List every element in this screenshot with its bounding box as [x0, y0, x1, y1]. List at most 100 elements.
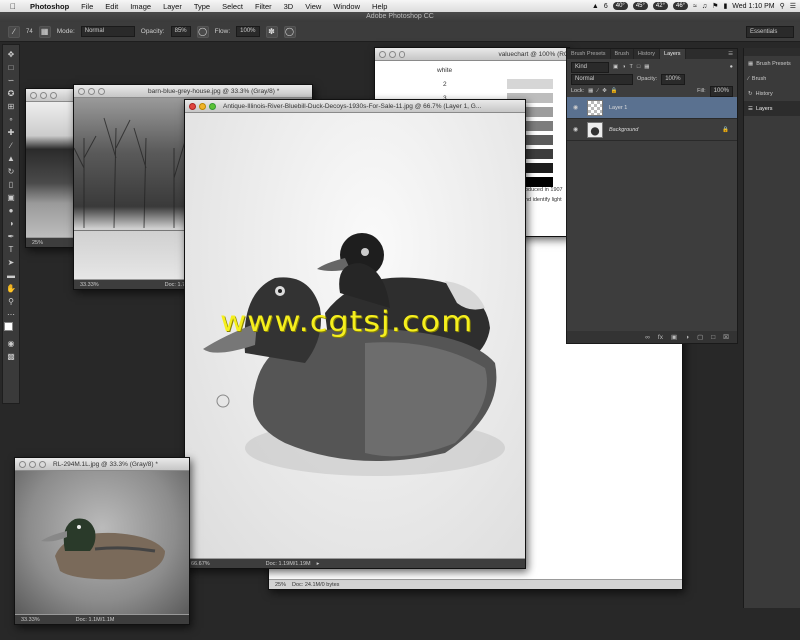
zoom-level[interactable]: 33.33% — [80, 282, 99, 288]
dock-layers[interactable]: ☰ Layers — [744, 101, 800, 116]
menu-filter[interactable]: Filter — [249, 2, 278, 11]
zoom-button[interactable] — [398, 50, 406, 58]
visibility-eye-icon[interactable]: ◉ — [573, 126, 581, 133]
layer-name[interactable]: Background — [609, 127, 638, 133]
menu-layer[interactable]: Layer — [157, 2, 188, 11]
zoom-button[interactable] — [50, 91, 57, 99]
layer-style-icon[interactable]: fx — [658, 334, 663, 341]
menu-edit[interactable]: Edit — [99, 2, 124, 11]
menu-app-name[interactable]: Photoshop — [24, 2, 75, 11]
doc-size[interactable]: Doc: 1.1M/1.1M — [76, 617, 115, 623]
link-layers-icon[interactable]: ∞ — [645, 334, 650, 341]
fill-field[interactable]: 100% — [709, 85, 733, 97]
tab-layers[interactable]: Layers — [660, 49, 686, 59]
volume-icon[interactable]: ♫ — [702, 3, 707, 10]
zoom-level[interactable]: 25% — [32, 240, 43, 246]
wifi-icon[interactable]: ≈ — [693, 3, 697, 10]
brush-panel-toggle-icon[interactable]: ▦ — [38, 25, 51, 38]
lock-position-icon[interactable]: ✥ — [602, 88, 607, 94]
filter-kind-select[interactable]: Kind — [571, 61, 609, 73]
window-title-bar[interactable]: barn-blue-grey-house.jpg @ 33.3% (Gray/8… — [74, 85, 312, 98]
layer-row-layer1[interactable]: ◉ Layer 1 — [567, 97, 737, 119]
dock-brush[interactable]: ∕ Brush — [744, 71, 800, 86]
close-button[interactable] — [78, 87, 85, 95]
foreground-color-swatch[interactable] — [4, 322, 13, 331]
path-select-tool-icon[interactable]: ➤ — [4, 257, 18, 268]
brush-tool-preset-icon[interactable]: ∕ — [8, 25, 20, 38]
document-window-rl[interactable]: RL-294M.1L.jpg @ 33.3% (Gray/8) * 33.33%… — [14, 457, 190, 625]
layer-opacity-field[interactable]: 100% — [661, 73, 685, 85]
zoom-button[interactable] — [209, 102, 216, 110]
shape-tool-icon[interactable]: ▬ — [4, 270, 18, 281]
more-tools-icon[interactable]: ⋯ — [4, 309, 18, 320]
pressure-opacity-icon[interactable]: ◯ — [196, 25, 209, 38]
zoom-button[interactable] — [39, 460, 46, 468]
color-swatches[interactable] — [4, 322, 18, 336]
new-group-icon[interactable]: ▢ — [697, 333, 703, 341]
flow-field[interactable]: 100% — [236, 26, 260, 37]
doc-size[interactable]: Doc: 24.1M/0 bytes — [292, 582, 339, 588]
gradient-tool-icon[interactable]: ▣ — [4, 192, 18, 203]
lock-transparent-icon[interactable]: ▦ — [588, 88, 593, 94]
quick-select-tool-icon[interactable]: ✪ — [4, 88, 18, 99]
spotlight-search-icon[interactable]: ⚲ — [780, 2, 785, 10]
zoom-level[interactable]: 25% — [275, 582, 286, 588]
crop-tool-icon[interactable]: ⊞ — [4, 101, 18, 112]
window-title-bar[interactable]: valuechart @ 100% (RG — [375, 48, 569, 61]
mode-select[interactable]: Normal — [80, 26, 135, 37]
dock-brush-presets[interactable]: ▦ Brush Presets — [744, 56, 800, 71]
new-layer-icon[interactable]: □ — [711, 334, 715, 341]
zoom-level[interactable]: 66.67% — [191, 561, 210, 567]
screen-mode-icon[interactable]: ▩ — [4, 351, 18, 362]
photo-canvas[interactable] — [15, 471, 189, 614]
adjustment-layer-icon[interactable]: ◑ — [685, 334, 689, 341]
document-window-small[interactable]: 25% — [25, 88, 77, 248]
menu-image[interactable]: Image — [124, 2, 157, 11]
close-button[interactable] — [30, 91, 37, 99]
airbrush-icon[interactable]: ✽ — [265, 25, 278, 38]
menu-file[interactable]: File — [75, 2, 99, 11]
type-tool-icon[interactable]: T — [4, 244, 18, 255]
visibility-eye-icon[interactable]: ◉ — [573, 104, 581, 111]
photo-canvas[interactable] — [26, 102, 76, 237]
window-title-bar[interactable] — [26, 89, 76, 102]
menu-type[interactable]: Type — [188, 2, 216, 11]
close-button[interactable] — [19, 460, 26, 468]
minimize-button[interactable] — [199, 102, 206, 110]
delete-layer-icon[interactable]: ☒ — [723, 333, 729, 341]
filter-shape-icon[interactable]: □ — [637, 64, 640, 70]
doc-size[interactable]: Doc: 1.19M/1.19M — [266, 561, 311, 567]
hand-tool-icon[interactable]: ✋ — [4, 283, 18, 294]
dock-history[interactable]: ↻ History — [744, 86, 800, 101]
minimize-button[interactable] — [40, 91, 47, 99]
pen-tool-icon[interactable]: ✒ — [4, 231, 18, 242]
lasso-tool-icon[interactable]: ∽ — [4, 75, 18, 86]
pressure-size-icon[interactable]: ◯ — [283, 25, 296, 38]
menubar-clock[interactable]: Wed 1:10 PM — [732, 3, 774, 10]
minimize-button[interactable] — [388, 50, 396, 58]
workspace-select[interactable]: Essentials — [746, 26, 794, 38]
move-tool-icon[interactable]: ✥ — [4, 49, 18, 60]
add-mask-icon[interactable]: ▣ — [671, 333, 677, 341]
eraser-tool-icon[interactable]: ▯ — [4, 179, 18, 190]
history-brush-tool-icon[interactable]: ↻ — [4, 166, 18, 177]
blend-mode-select[interactable]: Normal — [571, 73, 633, 85]
brush-size-value[interactable]: 74 — [26, 29, 33, 35]
lock-pixels-icon[interactable]: ∕ — [597, 88, 598, 94]
status-menu-arrow-icon[interactable]: ▸ — [317, 561, 320, 567]
zoom-level[interactable]: 33.33% — [21, 617, 40, 623]
window-title-bar[interactable]: RL-294M.1L.jpg @ 33.3% (Gray/8) * — [15, 458, 189, 471]
filter-adjust-icon[interactable]: ◑ — [622, 64, 625, 70]
minimize-button[interactable] — [88, 87, 95, 95]
menu-3d[interactable]: 3D — [278, 2, 300, 11]
adobe-icon[interactable]: ▲ — [592, 3, 599, 10]
tab-history[interactable]: History — [634, 49, 661, 59]
zoom-tool-icon[interactable]: ⚲ — [4, 296, 18, 307]
battery-icon[interactable]: ▮ — [723, 2, 727, 10]
marquee-tool-icon[interactable]: □ — [4, 62, 18, 73]
apple-menu-icon[interactable]:  — [0, 2, 24, 11]
menu-select[interactable]: Select — [216, 2, 249, 11]
layer-row-background[interactable]: ◉ Background 🔒 — [567, 119, 737, 141]
tab-brush[interactable]: Brush — [611, 49, 634, 59]
filter-pixel-icon[interactable]: ▣ — [613, 64, 618, 70]
